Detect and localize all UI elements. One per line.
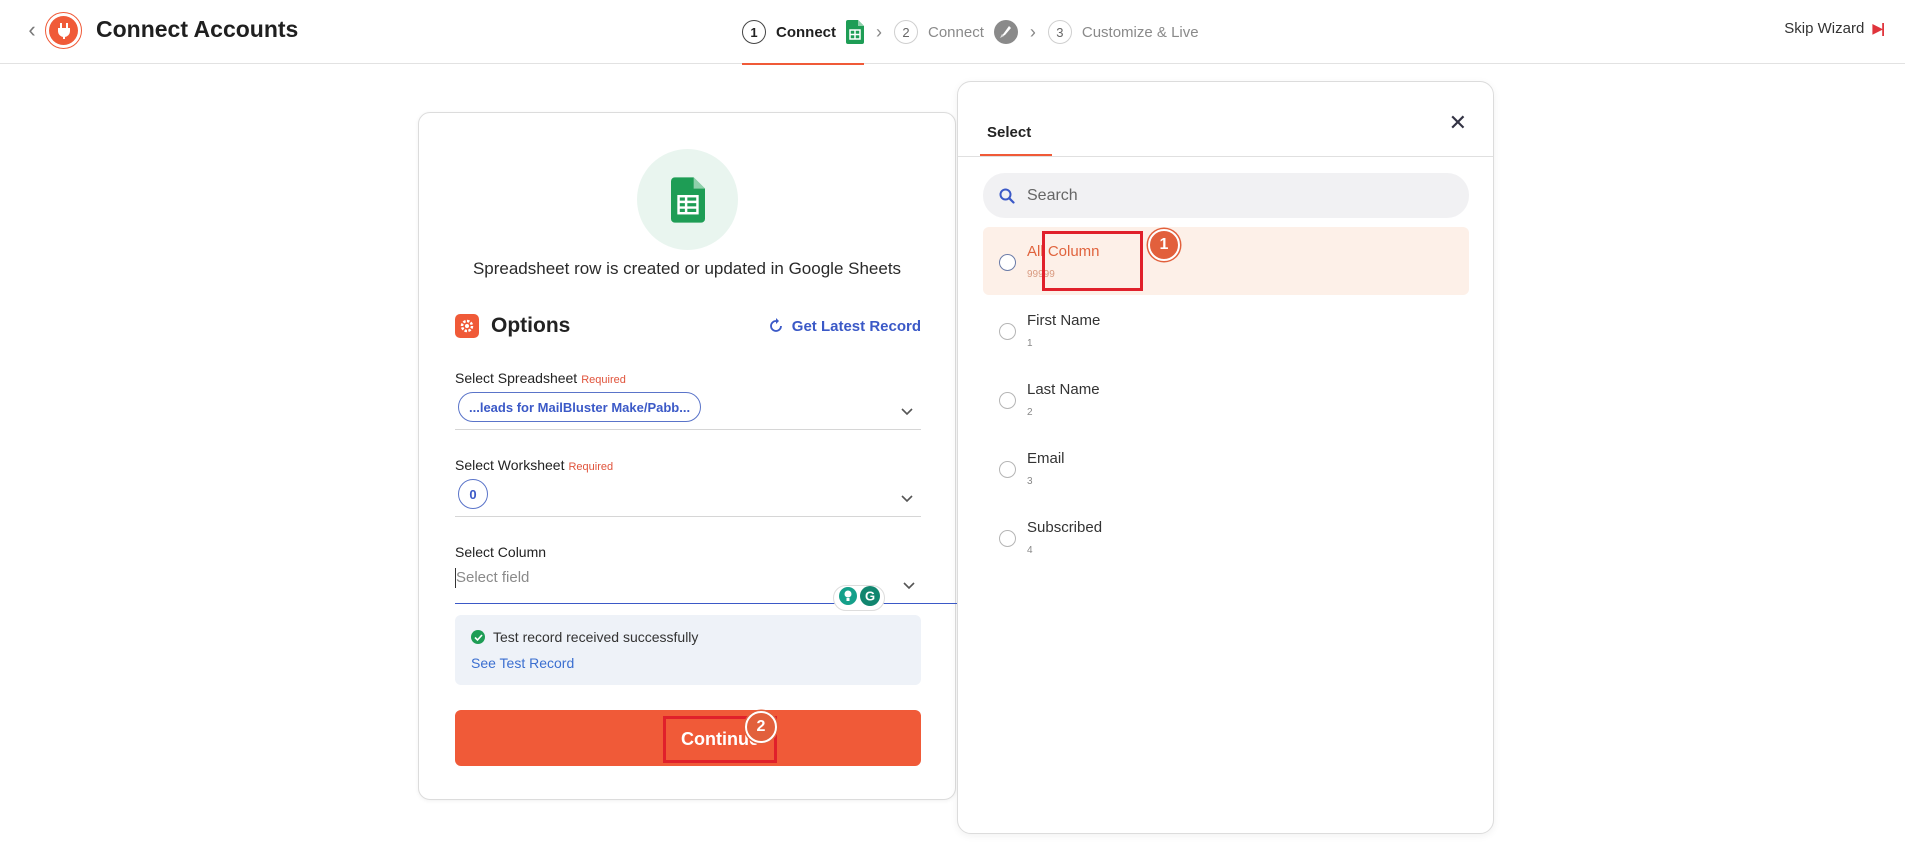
spreadsheet-label: Select Spreadsheet Required <box>455 370 921 386</box>
search-input[interactable] <box>1027 186 1447 205</box>
option-index: 2 <box>1027 407 1033 418</box>
chevron-right-icon: › <box>876 21 882 42</box>
close-icon[interactable]: ✕ <box>1449 110 1467 136</box>
skip-wizard-button[interactable]: Skip Wizard ▶| <box>1784 20 1885 37</box>
grammarly-widget[interactable]: G <box>833 585 885 611</box>
get-latest-record-label: Get Latest Record <box>791 317 921 335</box>
column-label: Select Column <box>455 544 547 560</box>
radio-button[interactable] <box>999 323 1016 340</box>
trigger-config-card: Spreadsheet row is created or updated in… <box>418 112 957 800</box>
check-circle-icon <box>471 630 485 644</box>
step-2-connect[interactable]: 2 Connect <box>894 0 1018 64</box>
worksheet-chip[interactable]: 0 <box>458 479 488 509</box>
option-name: Subscribed <box>1027 519 1103 536</box>
annotation-marker-2: 2 <box>745 711 777 743</box>
option-name: Last Name <box>1027 381 1100 398</box>
step-label: Connect <box>928 23 984 41</box>
select-panel: Select ✕ All Column 99999 1 First Name 1… <box>957 81 1494 834</box>
step-label: Connect <box>776 23 836 41</box>
option-all-column[interactable]: All Column 99999 1 <box>983 227 1469 295</box>
refresh-icon <box>769 318 782 332</box>
grammarly-icon: G <box>859 585 880 611</box>
spreadsheet-select[interactable]: ...leads for MailBluster Make/Pabb... <box>455 386 921 430</box>
step-number: 1 <box>742 20 766 44</box>
step-number: 2 <box>894 20 918 44</box>
chevron-down-icon[interactable] <box>901 495 913 503</box>
panel-tabbar: Select ✕ <box>958 82 1493 157</box>
required-tag: Required <box>581 374 626 386</box>
wizard-stepper: 1 Connect › 2 Connect › 3 Customize & Li… <box>742 0 1199 65</box>
step-number: 3 <box>1047 20 1072 44</box>
options-title-label: Options <box>491 314 571 337</box>
radio-button[interactable] <box>999 392 1016 409</box>
test-status-text: Test record received successfully <box>493 629 699 645</box>
svg-text:G: G <box>864 588 874 603</box>
radio-button[interactable] <box>999 254 1016 271</box>
required-tag: Required <box>568 461 614 473</box>
option-email[interactable]: Email 3 <box>983 434 1469 502</box>
skip-wizard-label: Skip Wizard <box>1784 20 1865 37</box>
radio-button[interactable] <box>999 530 1016 547</box>
get-latest-record-link[interactable]: Get Latest Record <box>768 318 921 335</box>
option-last-name[interactable]: Last Name 2 <box>983 365 1469 433</box>
spreadsheet-field: Select Spreadsheet Required ...leads for … <box>455 370 921 430</box>
tab-select[interactable]: Select <box>987 124 1031 141</box>
step-label: Customize & Live <box>1081 23 1199 41</box>
options-header: Options Get Latest Record <box>455 311 921 341</box>
google-sheets-icon <box>670 176 705 223</box>
worksheet-field: Select Worksheet Required 0 <box>455 457 921 517</box>
gear-icon <box>455 314 479 338</box>
rocket-icon <box>993 20 1018 44</box>
column-field: Select Column Select field G <box>455 544 957 611</box>
test-record-box: Test record received successfully See Te… <box>455 615 921 685</box>
google-sheets-logo <box>637 149 738 250</box>
radio-button[interactable] <box>999 461 1016 478</box>
annotation-marker-1: 1 <box>1148 229 1180 261</box>
step-1-connect[interactable]: 1 Connect <box>742 0 864 65</box>
skip-forward-icon: ▶| <box>1872 20 1885 36</box>
worksheet-label-text: Select Worksheet <box>455 457 565 473</box>
option-subscribed[interactable]: Subscribed 4 <box>983 503 1469 571</box>
search-box[interactable] <box>983 173 1469 218</box>
annotation-highlight-box <box>1042 231 1143 291</box>
step-3-customize[interactable]: 3 Customize & Live <box>1047 0 1199 64</box>
chevron-down-icon[interactable] <box>903 582 915 590</box>
page-title: Connect Accounts <box>96 16 299 42</box>
test-status: Test record received successfully <box>471 629 905 645</box>
options-title: Options <box>455 314 570 338</box>
option-name: First Name <box>1027 312 1101 329</box>
continue-button[interactable]: Continue <box>455 710 921 766</box>
chevron-down-icon[interactable] <box>901 408 913 416</box>
option-index: 4 <box>1027 545 1033 556</box>
worksheet-select[interactable]: 0 <box>455 473 921 517</box>
search-icon <box>999 188 1015 204</box>
option-index: 3 <box>1027 476 1033 487</box>
spreadsheet-chip[interactable]: ...leads for MailBluster Make/Pabb... <box>458 392 702 422</box>
spreadsheet-label-text: Select Spreadsheet <box>455 370 578 386</box>
plug-logo-icon <box>45 12 82 49</box>
column-select-input[interactable]: Select field <box>455 568 529 588</box>
option-first-name[interactable]: First Name 1 <box>983 296 1469 364</box>
column-select[interactable]: Select field G <box>455 560 957 611</box>
top-header: ‹ Connect Accounts 1 Connect › 2 Connect… <box>0 0 1905 65</box>
active-tab-indicator <box>980 154 1052 156</box>
option-index: 1 <box>1027 338 1033 349</box>
google-sheets-icon <box>846 20 864 44</box>
chevron-right-icon: › <box>1029 21 1036 42</box>
see-test-record-link[interactable]: See Test Record <box>471 655 905 671</box>
option-name: Email <box>1027 450 1065 467</box>
lightbulb-icon <box>838 586 857 610</box>
back-chevron-icon[interactable]: ‹ <box>22 17 42 42</box>
worksheet-label: Select Worksheet Required <box>455 457 921 473</box>
trigger-description: Spreadsheet row is created or updated in… <box>472 259 902 278</box>
